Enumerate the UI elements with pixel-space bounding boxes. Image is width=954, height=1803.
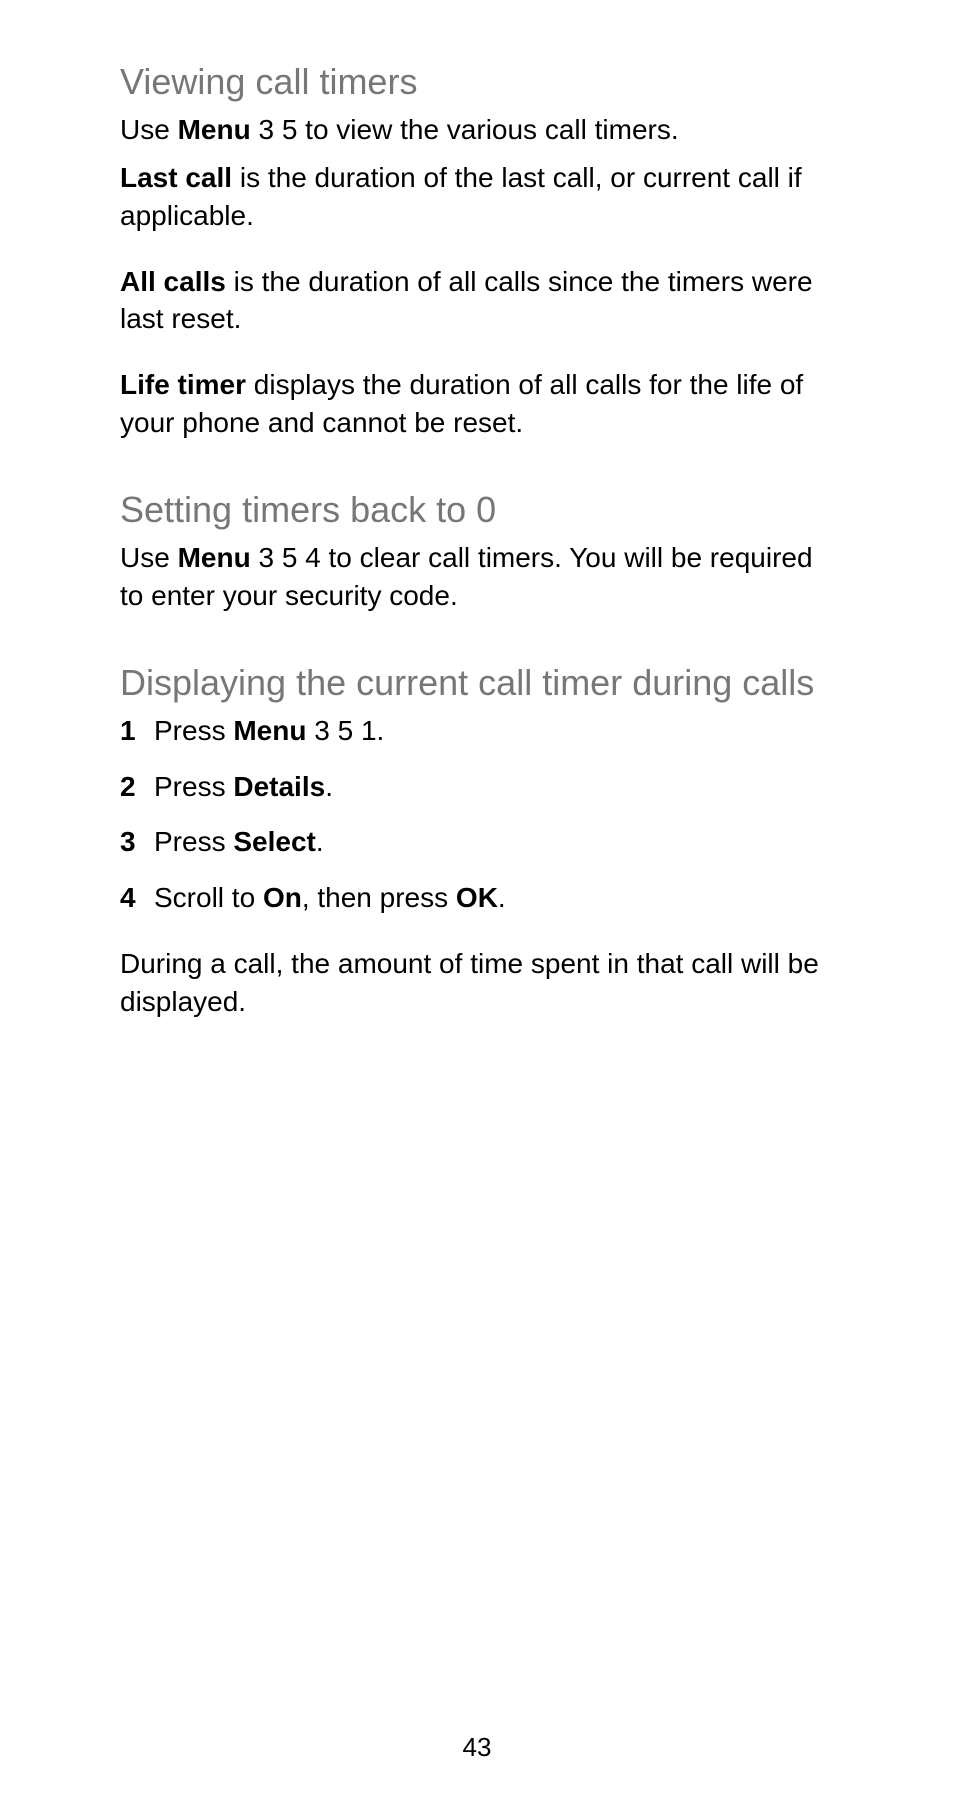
heading-viewing-call-timers: Viewing call timers — [120, 60, 834, 103]
document-page: Viewing call timers Use Menu 3 5 to view… — [0, 0, 954, 1803]
bold-menu: Menu — [178, 114, 251, 145]
bold-details: Details — [233, 771, 325, 802]
step-item: 1 Press Menu 3 5 1. — [120, 712, 834, 750]
text: Press — [154, 771, 233, 802]
text: . — [325, 771, 333, 802]
bold-all-calls: All calls — [120, 266, 226, 297]
text: . — [316, 826, 324, 857]
text: 3 5 to view the various call timers. — [251, 114, 679, 145]
paragraph: Last call is the duration of the last ca… — [120, 159, 834, 235]
step-text: Press Select. — [154, 823, 834, 861]
bold-on: On — [263, 882, 302, 913]
step-text: Press Details. — [154, 768, 834, 806]
step-item: 3 Press Select. — [120, 823, 834, 861]
paragraph: All calls is the duration of all calls s… — [120, 263, 834, 339]
step-number: 1 — [120, 712, 154, 750]
page-number: 43 — [0, 1732, 954, 1763]
numbered-steps: 1 Press Menu 3 5 1. 2 Press Details. 3 P… — [120, 712, 834, 917]
bold-life-timer: Life timer — [120, 369, 246, 400]
paragraph: Use Menu 3 5 to view the various call ti… — [120, 111, 834, 149]
bold-select: Select — [233, 826, 316, 857]
heading-setting-timers-back: Setting timers back to 0 — [120, 488, 834, 531]
step-number: 2 — [120, 768, 154, 806]
step-number: 3 — [120, 823, 154, 861]
text: Scroll to — [154, 882, 263, 913]
step-text: Press Menu 3 5 1. — [154, 712, 834, 750]
paragraph: Use Menu 3 5 4 to clear call timers. You… — [120, 539, 834, 615]
text: , then press — [302, 882, 456, 913]
paragraph: During a call, the amount of time spent … — [120, 945, 834, 1021]
text: . — [498, 882, 506, 913]
step-item: 4 Scroll to On, then press OK. — [120, 879, 834, 917]
bold-last-call: Last call — [120, 162, 232, 193]
step-number: 4 — [120, 879, 154, 917]
text: Press — [154, 826, 233, 857]
step-item: 2 Press Details. — [120, 768, 834, 806]
bold-menu: Menu — [233, 715, 306, 746]
text: Use — [120, 542, 178, 573]
text: Use — [120, 114, 178, 145]
heading-displaying-current-call-timer: Displaying the current call timer during… — [120, 661, 834, 704]
step-text: Scroll to On, then press OK. — [154, 879, 834, 917]
bold-menu: Menu — [178, 542, 251, 573]
paragraph: Life timer displays the duration of all … — [120, 366, 834, 442]
text: 3 5 1. — [306, 715, 384, 746]
bold-ok: OK — [456, 882, 498, 913]
text: Press — [154, 715, 233, 746]
